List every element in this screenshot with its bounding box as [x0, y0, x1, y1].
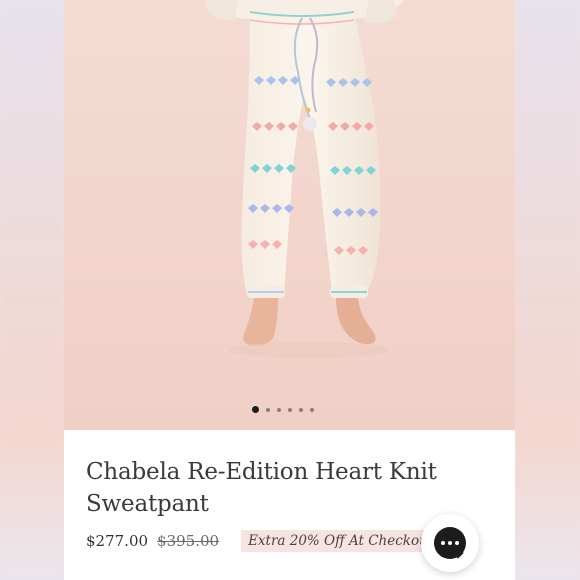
carousel-dot-3[interactable]	[277, 407, 281, 412]
chat-button[interactable]	[421, 514, 479, 572]
carousel-dot-6[interactable]	[310, 407, 314, 412]
product-card: Chabela Re-Edition Heart Knit Sweatpant …	[64, 0, 515, 580]
carousel-dot-1[interactable]	[252, 406, 259, 413]
carousel-dots	[252, 406, 314, 413]
carousel-dot-4[interactable]	[288, 407, 292, 412]
carousel-dot-5[interactable]	[299, 407, 303, 412]
price-row: $277.00 $395.00 Extra 20% Off At Checkou…	[86, 530, 441, 552]
promo-badge: Extra 20% Off At Checkout	[241, 530, 441, 552]
price-current: $277.00	[86, 532, 149, 550]
chat-bubble-icon	[434, 527, 466, 559]
background-blur-right	[515, 0, 580, 580]
product-title: Chabela Re-Edition Heart Knit Sweatpant	[86, 459, 437, 517]
sweatpant-photo	[64, 0, 515, 430]
product-image[interactable]	[64, 0, 515, 430]
price-original: $395.00	[157, 532, 220, 550]
background-blur-left	[0, 0, 64, 580]
carousel-dot-2[interactable]	[266, 407, 270, 412]
